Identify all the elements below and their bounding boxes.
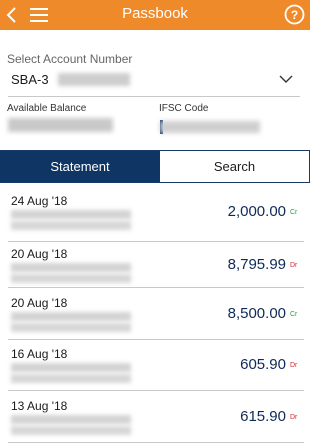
transaction-date: 13 Aug '18 [11,399,68,413]
transaction-description-masked [11,210,131,219]
transaction-date: 16 Aug '18 [11,347,68,361]
tab-search[interactable]: Search [160,151,310,182]
page-title: Passbook [122,5,188,22]
available-balance-masked [8,118,113,132]
account-number-value[interactable]: SBA-3 [11,72,49,87]
chevron-down-icon[interactable] [279,74,293,84]
account-select-label: Select Account Number [7,52,133,66]
transaction-type-badge: Dr [290,262,298,269]
transaction-description-masked [11,374,131,383]
transaction-description-masked [11,221,131,230]
row-divider [8,241,304,242]
transaction-description-masked [11,263,131,272]
account-select-underline [8,96,300,97]
transaction-description-masked [11,415,131,424]
available-balance-label: Available Balance [7,103,87,113]
transaction-amount: 8,795.99 [227,256,286,273]
transaction-description-masked [11,312,131,321]
ifsc-code-masked [160,121,260,133]
transaction-date: 20 Aug '18 [11,296,68,310]
svg-text:?: ? [291,8,298,22]
transaction-type-badge: Dr [290,362,298,369]
transaction-type-badge: Cr [290,209,298,216]
help-icon[interactable]: ? [284,4,305,25]
transaction-description-masked [11,426,131,435]
transaction-amount: 8,500.00 [227,305,286,322]
transaction-amount: 2,000.00 [227,203,286,220]
passbook-tabs: Statement Search [0,150,310,183]
transaction-date: 20 Aug '18 [11,247,68,261]
app-header: Passbook ? [0,0,310,30]
transaction-type-badge: Cr [290,311,298,318]
transaction-description-masked [11,363,131,372]
transaction-row[interactable]: 16 Aug '18 605.90 Dr [0,347,310,399]
transaction-type-badge: Dr [290,414,298,421]
transaction-amount: 605.90 [240,356,286,373]
transaction-row[interactable]: 20 Aug '18 8,795.99 Dr [0,247,310,299]
row-divider [8,390,304,391]
account-number-masked [58,73,130,86]
transaction-row[interactable]: 24 Aug '18 2,000.00 Cr [0,194,310,246]
transaction-row[interactable]: 13 Aug '18 615.90 Dr [0,399,310,448]
transaction-date: 24 Aug '18 [11,194,68,208]
row-divider [8,442,304,443]
tab-statement[interactable]: Statement [0,151,160,182]
transaction-row[interactable]: 20 Aug '18 8,500.00 Cr [0,296,310,348]
row-divider [8,339,304,340]
transaction-description-masked [11,274,131,283]
ifsc-code-label: IFSC Code [159,103,209,114]
row-divider [8,287,304,288]
transaction-amount: 615.90 [240,408,286,425]
transaction-description-masked [11,323,131,332]
